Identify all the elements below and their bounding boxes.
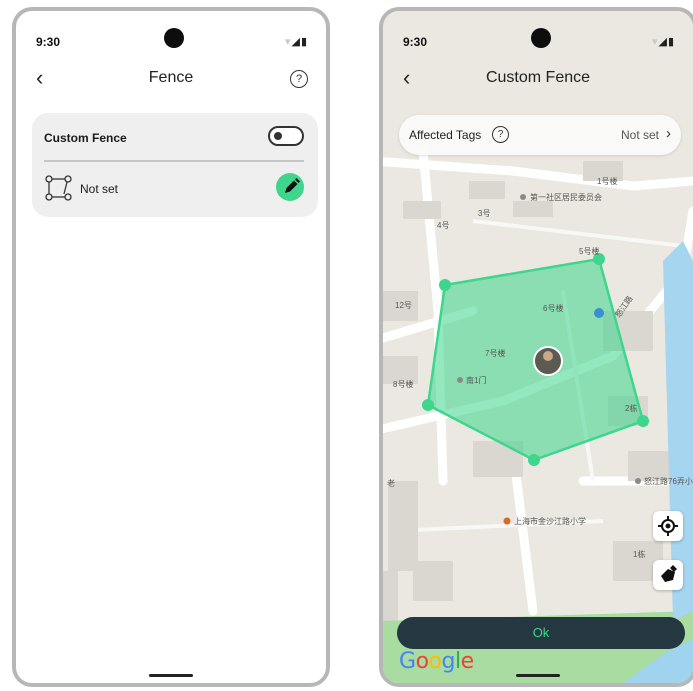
app-header: ‹ Fence ? (16, 59, 326, 103)
home-indicator[interactable] (516, 674, 560, 677)
status-time: 9:30 (36, 35, 61, 49)
map-label: 1号楼 (597, 176, 617, 186)
camera-cutout (164, 28, 184, 48)
locate-icon (658, 516, 678, 536)
toggle-knob (274, 132, 282, 140)
map-view[interactable]: 1号楼 第一社区居民委员会 3号 4号 5号楼 12号 6号楼 7号楼 8号楼 … (383, 11, 693, 683)
map-label: 上海市金沙江路小学 (514, 516, 586, 526)
map-label: 老 (387, 478, 395, 488)
status-bar: 9:30 ▾◢▮ (16, 11, 326, 59)
status-time: 9:30 (403, 35, 428, 49)
map-label: 南1门 (466, 375, 486, 385)
custom-fence-toggle[interactable] (268, 126, 304, 146)
fence-value: Not set (80, 182, 119, 196)
map-label: 怒江路76弄小区 (644, 476, 693, 486)
page-title: Fence (148, 69, 194, 86)
pencil-icon (285, 178, 300, 193)
eraser-icon (661, 565, 677, 582)
map-label: 第一社区居民委员会 (530, 192, 602, 202)
chevron-right-icon: › (666, 125, 671, 142)
home-indicator[interactable] (149, 674, 193, 677)
help-icon[interactable]: ? (290, 70, 308, 88)
help-icon[interactable]: ? (492, 126, 509, 143)
affected-tags-label: Affected Tags (409, 128, 482, 142)
eraser-button[interactable] (653, 560, 683, 590)
page-title: Custom Fence (485, 69, 591, 86)
app-header: ‹ Custom Fence (383, 59, 693, 103)
edit-fence-button[interactable] (276, 173, 304, 201)
signal-battery-icon: ▾◢▮ (284, 36, 308, 48)
map-label: 7号楼 (485, 348, 505, 358)
polygon-fence-icon (45, 175, 72, 201)
locate-button[interactable] (653, 511, 683, 541)
affected-tags-value: Not set (620, 128, 659, 142)
custom-fence-label: Custom Fence (44, 131, 127, 145)
custom-fence-screen: 1号楼 第一社区居民委员会 3号 4号 5号楼 12号 6号楼 7号楼 8号楼 … (379, 7, 693, 687)
map-label: 2栋 (625, 403, 637, 413)
signal-battery-icon: ▾◢▮ (651, 36, 675, 48)
fence-card: Custom Fence Not set (32, 113, 318, 217)
map-label: 4号 (437, 221, 449, 230)
affected-tags-row[interactable]: Affected Tags ? Not set › (399, 115, 681, 155)
fence-screen: 9:30 ▾◢▮ ‹ Fence ? Custom Fence Not set (12, 7, 330, 687)
map-label: 5号楼 (579, 246, 599, 256)
google-logo: Google (399, 649, 474, 674)
map-label: 12号 (395, 301, 412, 310)
camera-cutout (531, 28, 551, 48)
map-label: 8号楼 (393, 379, 413, 389)
status-bar: 9:30 ▾◢▮ (383, 11, 693, 59)
map-label: 1栋 (633, 549, 645, 559)
map-label: 3号 (478, 209, 490, 218)
divider (44, 160, 304, 162)
map-label: 6号楼 (543, 303, 563, 313)
ok-button[interactable]: Ok (397, 617, 685, 649)
